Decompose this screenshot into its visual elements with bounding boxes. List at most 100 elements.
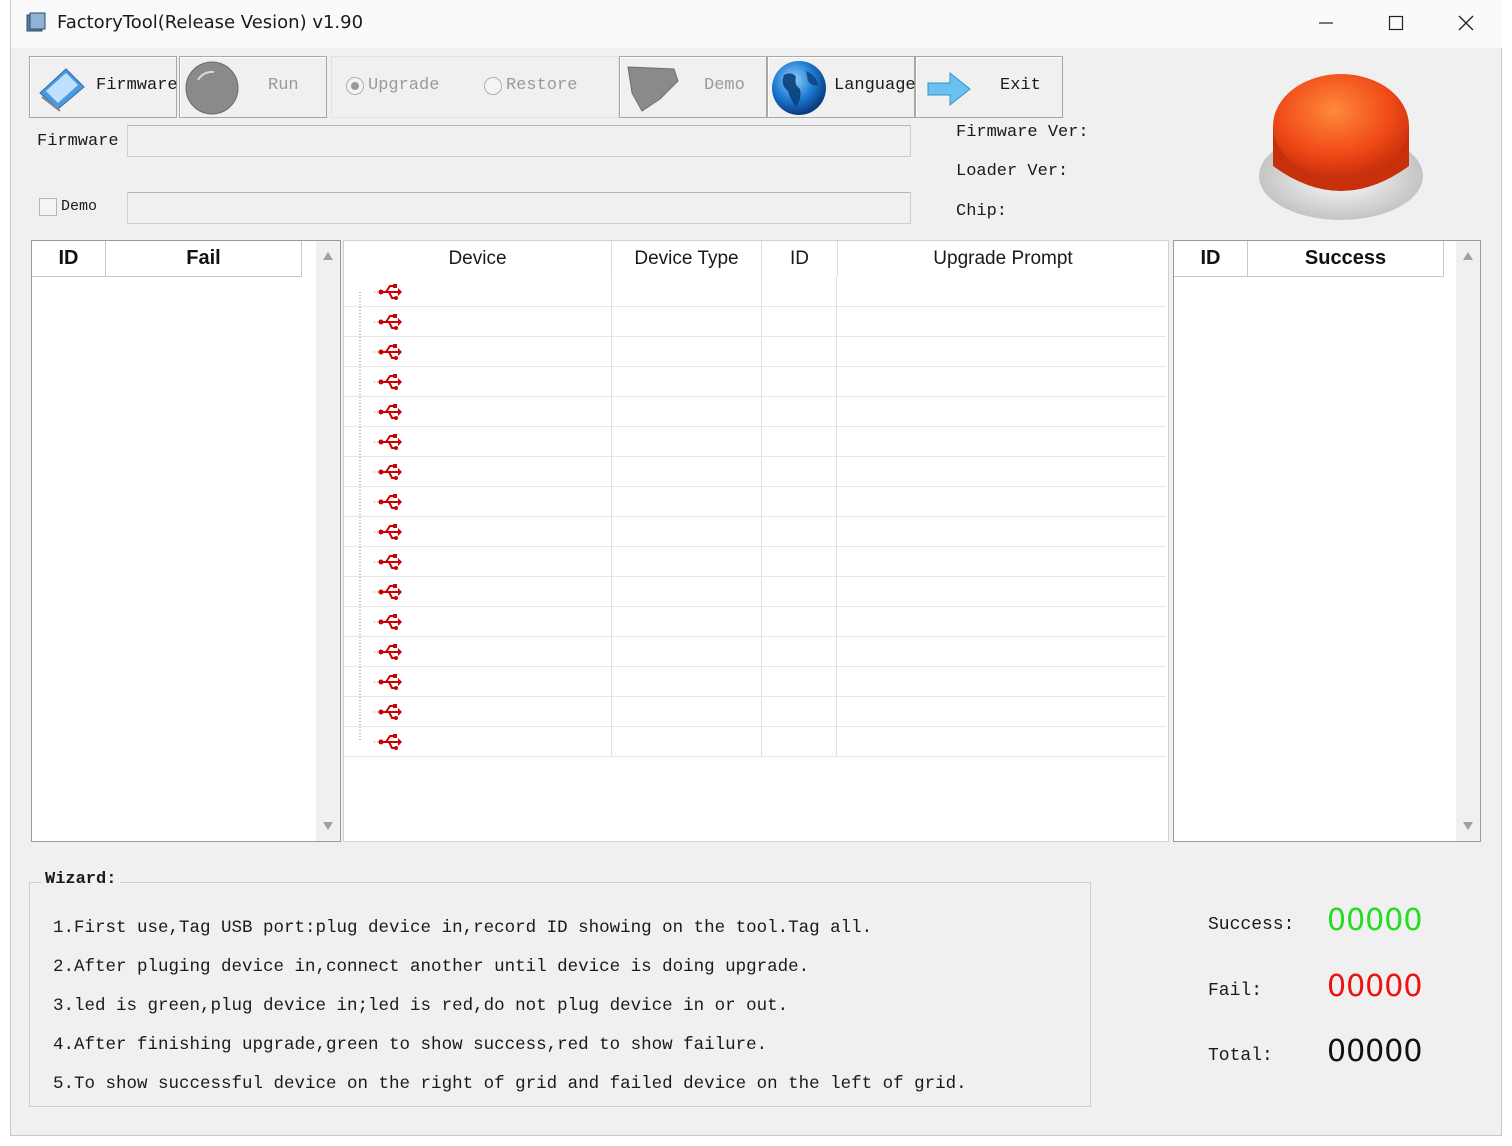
firmware-path-field[interactable]	[127, 125, 911, 157]
usb-icon	[374, 644, 402, 660]
firmware-button-label: Firmware	[96, 76, 178, 95]
usb-icon	[374, 614, 402, 630]
usb-icon	[374, 284, 402, 300]
upgrade-radio[interactable]: Upgrade	[346, 76, 439, 95]
arrow-right-icon	[927, 71, 971, 107]
success-header[interactable]: Success	[1248, 241, 1444, 277]
language-button-label: Language	[834, 76, 916, 95]
language-button[interactable]: Language	[767, 56, 916, 118]
app-window: FactoryTool(Release Vesion) v1.90 Firmwa…	[10, 0, 1503, 1136]
wizard-step-5: 5.To show successful device on the right…	[53, 1074, 967, 1094]
radio-unchecked-icon	[484, 76, 502, 95]
exit-button[interactable]: Exit	[915, 56, 1063, 118]
usb-icon	[374, 464, 402, 480]
device-row[interactable]	[344, 637, 1166, 667]
demo-button[interactable]: Demo	[619, 56, 767, 118]
usb-icon	[374, 434, 402, 450]
usb-icon	[374, 494, 402, 510]
demo-checkbox-label: Demo	[61, 198, 98, 215]
app-icon	[26, 12, 46, 32]
mode-radio-group: Upgrade Restore	[331, 56, 619, 118]
scroll-down-icon[interactable]	[1462, 821, 1474, 831]
device-row[interactable]	[344, 277, 1166, 307]
run-icon	[185, 61, 239, 115]
device-row[interactable]	[344, 517, 1166, 547]
device-row[interactable]	[344, 457, 1166, 487]
usb-icon	[374, 404, 402, 420]
device-row[interactable]	[344, 547, 1166, 577]
success-count-value: 00000	[1327, 903, 1423, 938]
device-row[interactable]	[344, 427, 1166, 457]
fail-count-value: 00000	[1327, 969, 1423, 1004]
usb-icon	[374, 344, 402, 360]
device-row[interactable]	[344, 697, 1166, 727]
success-scrollbar[interactable]	[1456, 241, 1480, 841]
wizard-step-4: 4.After finishing upgrade,green to show …	[53, 1035, 768, 1055]
grid-header-id[interactable]: ID	[762, 241, 838, 277]
device-grid[interactable]: Device Device Type ID Upgrade Prompt	[343, 240, 1169, 842]
fail-count-label: Fail:	[1208, 981, 1263, 1001]
firmware-ver-label: Firmware Ver:	[956, 123, 1089, 142]
scroll-up-icon[interactable]	[1462, 251, 1474, 261]
device-row[interactable]	[344, 397, 1166, 427]
wizard-title: Wizard:	[41, 870, 121, 889]
device-row[interactable]	[344, 487, 1166, 517]
scroll-down-icon[interactable]	[322, 821, 334, 831]
fail-id-header[interactable]: ID	[32, 241, 106, 277]
fail-scrollbar[interactable]	[316, 241, 340, 841]
fail-list-panel[interactable]: ID Fail	[31, 240, 341, 842]
wizard-step-1: 1.First use,Tag USB port:plug device in,…	[53, 918, 873, 938]
success-list-panel[interactable]: ID Success	[1173, 240, 1481, 842]
close-icon	[1458, 15, 1474, 31]
device-row[interactable]	[344, 337, 1166, 367]
grid-header-upgrade-prompt[interactable]: Upgrade Prompt	[838, 241, 1168, 277]
demo-path-field[interactable]	[127, 192, 911, 224]
restore-radio[interactable]: Restore	[484, 76, 577, 95]
status-light-icon[interactable]	[1257, 66, 1427, 226]
wizard-step-3: 3.led is green,plug device in;led is red…	[53, 996, 789, 1016]
restore-radio-label: Restore	[506, 76, 578, 95]
usb-icon	[374, 314, 402, 330]
close-button[interactable]	[1431, 0, 1501, 46]
demo-button-label: Demo	[704, 76, 745, 95]
scroll-up-icon[interactable]	[322, 251, 334, 261]
title-bar: FactoryTool(Release Vesion) v1.90	[11, 0, 1503, 48]
grid-header-device[interactable]: Device	[344, 241, 612, 277]
minimize-icon	[1319, 22, 1333, 24]
globe-icon	[772, 61, 826, 115]
device-row[interactable]	[344, 307, 1166, 337]
device-row[interactable]	[344, 577, 1166, 607]
usb-icon	[374, 704, 402, 720]
device-row[interactable]	[344, 667, 1166, 697]
run-button[interactable]: Run	[179, 56, 327, 118]
window-title: FactoryTool(Release Vesion) v1.90	[57, 12, 364, 33]
device-row[interactable]	[344, 367, 1166, 397]
device-row[interactable]	[344, 727, 1166, 757]
usb-icon	[374, 554, 402, 570]
usb-icon	[374, 734, 402, 750]
usb-icon	[374, 524, 402, 540]
upgrade-radio-label: Upgrade	[368, 76, 440, 95]
maximize-icon	[1388, 15, 1404, 31]
firmware-button[interactable]: Firmware	[29, 56, 178, 118]
minimize-button[interactable]	[1291, 0, 1361, 46]
total-count-label: Total:	[1208, 1046, 1273, 1066]
usb-icon	[374, 674, 402, 690]
firmware-icon	[39, 68, 85, 112]
fail-header[interactable]: Fail	[106, 241, 302, 277]
usb-icon	[374, 584, 402, 600]
exit-button-label: Exit	[1000, 76, 1041, 95]
total-count-value: 00000	[1327, 1034, 1423, 1069]
firmware-field-label: Firmware	[37, 132, 119, 151]
usb-icon	[374, 374, 402, 390]
demo-icon	[627, 66, 679, 112]
demo-checkbox[interactable]	[39, 198, 57, 216]
radio-checked-icon	[346, 76, 364, 95]
run-button-label: Run	[268, 76, 299, 95]
chip-label: Chip:	[956, 202, 1008, 221]
maximize-button[interactable]	[1361, 0, 1431, 46]
wizard-step-2: 2.After pluging device in,connect anothe…	[53, 957, 810, 977]
device-row[interactable]	[344, 607, 1166, 637]
grid-header-device-type[interactable]: Device Type	[612, 241, 762, 277]
success-id-header[interactable]: ID	[1174, 241, 1248, 277]
